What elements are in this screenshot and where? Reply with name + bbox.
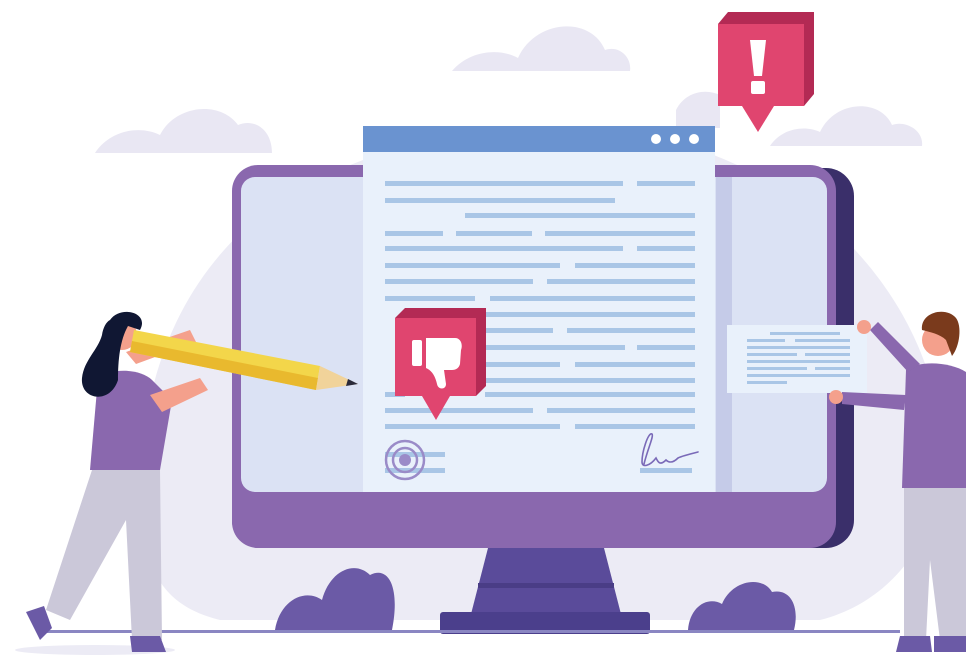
monitor-stand-stripe <box>478 583 614 588</box>
three-dots-icon <box>651 134 699 144</box>
held-document-card <box>727 325 867 393</box>
cloud-right <box>770 106 923 146</box>
exclamation-badge <box>718 12 814 132</box>
document-header <box>363 126 715 152</box>
cloud-behind-alert <box>676 91 720 128</box>
ground-line <box>40 630 900 633</box>
cloud-left <box>95 108 272 153</box>
review-illustration <box>0 0 966 656</box>
cloud-top <box>452 26 631 71</box>
